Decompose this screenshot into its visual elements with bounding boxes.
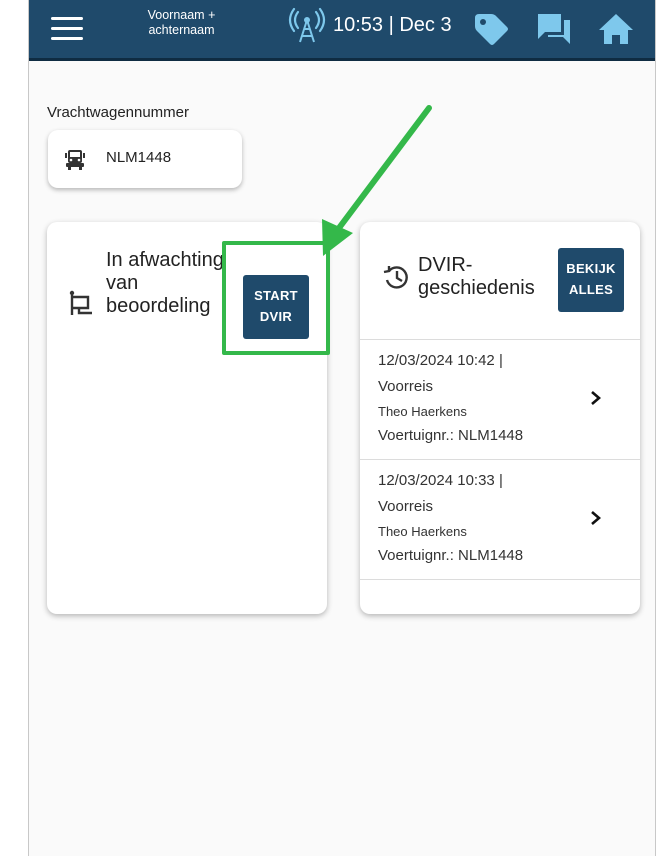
signal-icon [288, 7, 326, 43]
entry-driver: Theo Haerkens [378, 524, 467, 539]
entry-vehicle: Voertuignr.: NLM1448 [378, 427, 524, 444]
history-entry[interactable]: 12/03/2024 10:42 | Voorreis Theo Haerken… [360, 339, 640, 460]
entry-driver: Theo Haerkens [378, 404, 467, 419]
truck-icon [65, 150, 85, 170]
entry-vehicle: Voertuignr.: NLM1448 [378, 547, 524, 564]
entry-type: Voorreis [378, 498, 434, 515]
chat-icon[interactable] [533, 8, 575, 50]
user-name: Voornaam + achternaam [147, 8, 216, 37]
inspection-status: In afwachting van beoordeling [106, 249, 224, 317]
vehicle-number: NLM1448 [106, 149, 172, 166]
time-date: 10:53 | Dec 3 [333, 14, 452, 36]
chevron-right-icon [591, 511, 601, 525]
view-all-button[interactable]: BEKIJK ALLES [558, 248, 624, 312]
history-icon [383, 266, 408, 289]
history-entry[interactable]: 12/03/2024 10:33 | Voorreis Theo Haerken… [360, 459, 640, 580]
app-screen: Voornaam + achternaam 10:53 | Dec 3 Vrac… [28, 0, 656, 856]
dvir-history-title: DVIR-geschiedenis [418, 254, 535, 299]
tag-icon[interactable] [469, 8, 511, 50]
entry-type: Voorreis [378, 378, 434, 395]
start-dvir-button[interactable]: START DVIR [243, 275, 309, 339]
menu-icon[interactable] [51, 17, 83, 41]
dvir-history-card: DVIR-geschiedenis BEKIJK ALLES 12/03/202… [360, 222, 640, 614]
inspection-status-card: In afwachting van beoordeling START DVIR [47, 222, 330, 614]
vehicle-number-card[interactable]: NLM1448 [48, 130, 242, 188]
chevron-right-icon [591, 391, 601, 405]
vehicle-number-label: Vrachtwagennummer [47, 104, 190, 121]
entry-datetime: 12/03/2024 10:42 | [378, 352, 503, 369]
list-divider [360, 579, 640, 580]
entry-datetime: 12/03/2024 10:33 | [378, 472, 503, 489]
top-bar: Voornaam + achternaam 10:53 | Dec 3 [29, 0, 655, 61]
home-icon[interactable] [595, 8, 637, 50]
flag-icon [69, 290, 92, 315]
